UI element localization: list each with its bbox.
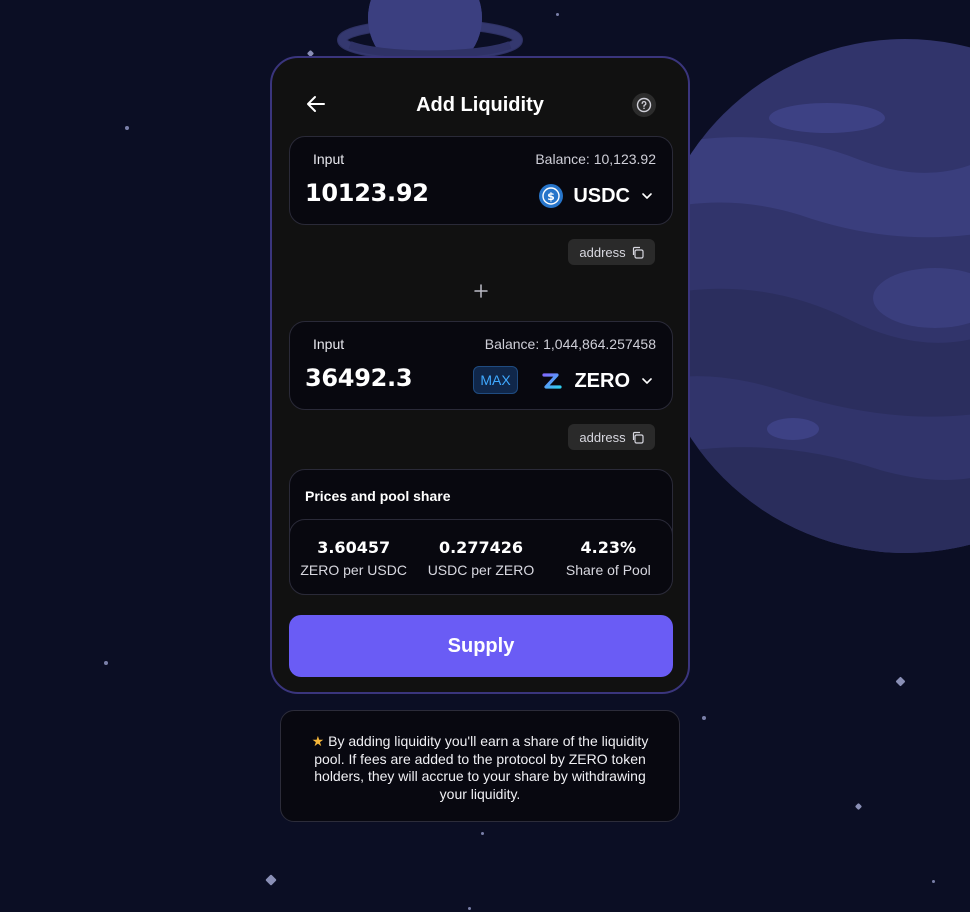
address-label: address — [579, 244, 626, 260]
help-button[interactable] — [632, 93, 656, 117]
price-label: USDC per ZERO — [427, 562, 535, 578]
input-label: Input — [313, 151, 345, 167]
copy-icon — [632, 431, 644, 444]
star-dot — [702, 716, 706, 720]
address-label: address — [579, 429, 626, 445]
price-value: 0.277426 — [438, 538, 523, 557]
token-input-zero: Input Balance: 1,044,864.257458 36492.3 … — [289, 321, 673, 410]
max-button[interactable]: MAX — [473, 366, 518, 394]
chevron-down-icon — [642, 378, 652, 384]
amount-input[interactable]: 36492.3 — [305, 364, 475, 392]
prices-title: Prices and pool share — [305, 488, 451, 504]
add-liquidity-card: Add Liquidity Input Balance: 10,123.92 1… — [270, 56, 690, 694]
card-header: Add Liquidity — [272, 58, 688, 136]
star-dot — [932, 880, 935, 883]
price-stat: 4.23% Share of Pool — [548, 538, 668, 594]
token-name: ZERO — [574, 369, 630, 392]
question-circle-icon — [636, 97, 652, 113]
token-name: USDC — [573, 184, 630, 207]
info-text: By adding liquidity you'll earn a share … — [314, 733, 649, 802]
price-stat: 3.60457 ZERO per USDC — [294, 538, 414, 594]
star-dot — [556, 13, 559, 16]
price-stat: 0.277426 USDC per ZERO — [421, 538, 541, 594]
copy-icon — [632, 246, 644, 259]
address-copy-button[interactable]: address — [568, 239, 655, 265]
input-label: Input — [313, 336, 345, 352]
zero-icon — [542, 373, 563, 389]
price-value: 3.60457 — [317, 538, 391, 557]
price-label: Share of Pool — [565, 562, 651, 578]
address-copy-button[interactable]: address — [568, 424, 655, 450]
price-label: ZERO per USDC — [300, 562, 407, 578]
star-dot — [125, 126, 129, 130]
info-notice: ★ By adding liquidity you'll earn a shar… — [280, 710, 680, 822]
star-icon: ★ — [311, 733, 325, 749]
page-title: Add Liquidity — [416, 94, 544, 116]
balance-text: Balance: 1,044,864.257458 — [484, 336, 656, 352]
prices-pool-share-panel: Prices and pool share 3.60457 ZERO per U… — [289, 469, 673, 595]
amount-input[interactable]: 10123.92 — [305, 179, 475, 207]
star-dot — [481, 832, 484, 835]
usdc-icon: $ — [539, 184, 564, 208]
token-input-usdc: Input Balance: 10,123.92 10123.92 $ USDC — [289, 136, 673, 225]
svg-text:$: $ — [548, 190, 556, 203]
star-dot — [104, 661, 108, 665]
token-selector-usdc[interactable]: $ USDC — [539, 181, 654, 211]
balance-text: Balance: 10,123.92 — [535, 151, 656, 167]
prices-stats: 3.60457 ZERO per USDC 0.277426 USDC per … — [289, 519, 673, 595]
chevron-down-icon — [642, 193, 652, 199]
plus-icon — [474, 284, 488, 298]
price-value: 4.23% — [580, 538, 637, 557]
supply-button[interactable]: Supply — [289, 615, 673, 677]
token-selector-zero[interactable]: ZERO — [540, 366, 654, 396]
star-dot — [468, 907, 471, 910]
